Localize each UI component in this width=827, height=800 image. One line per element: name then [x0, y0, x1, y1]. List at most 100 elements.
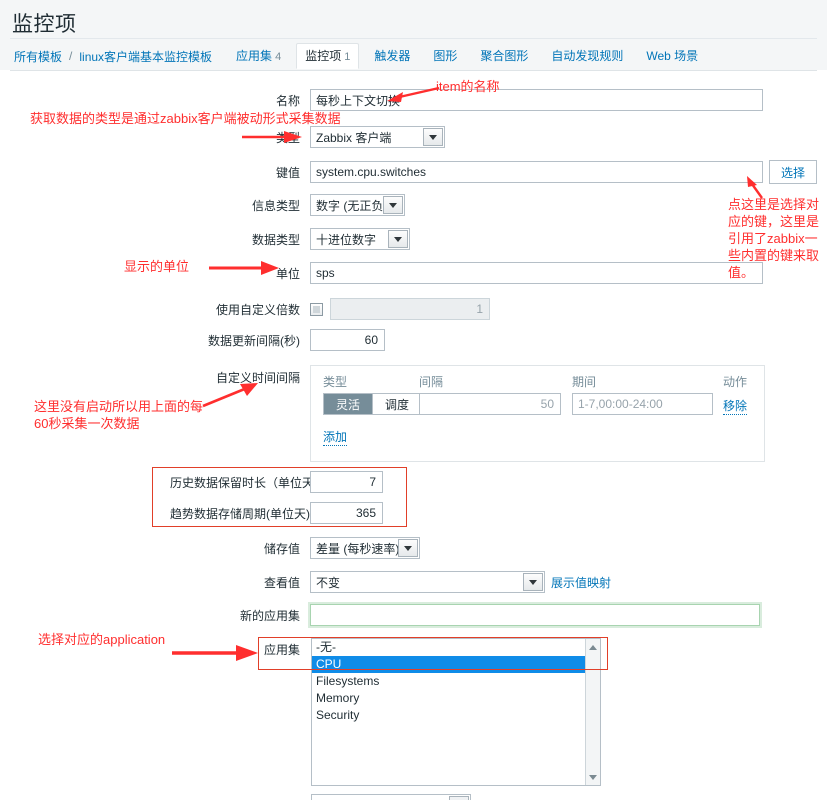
custom-intervals-remove-link[interactable]: 移除: [723, 397, 747, 415]
type-label: 类型: [170, 129, 310, 146]
info-type-label: 信息类型: [170, 197, 310, 214]
annotation-interval-note-line1: 这里没有启动所以用上面的每: [34, 398, 203, 415]
key-input[interactable]: [310, 161, 763, 183]
type-select[interactable]: Zabbix 客户端: [310, 126, 445, 148]
page-root: 监控项 所有模板 / linux客户端基本监控模板 应用集4 监控项1 触发器 …: [0, 0, 827, 800]
row-custom-intervals-label: 自定义时间间隔: [170, 369, 310, 386]
row-type: 类型 Zabbix 客户端: [170, 126, 445, 148]
row-new-application: 新的应用集: [170, 604, 760, 626]
custom-multiplier-label: 使用自定义倍数: [170, 301, 310, 318]
value-mapping-link[interactable]: 展示值映射: [551, 574, 611, 591]
tab-discovery-rules-label: 自动发现规则: [551, 49, 623, 63]
annotation-data-type-note: 获取数据的类型是通过zabbix客户端被动形式采集数据: [30, 110, 341, 127]
tab-web-scenarios-label: Web 场景: [646, 49, 698, 63]
breadcrumb-tabbar: 所有模板 / linux客户端基本监控模板 应用集4 监控项1 触发器 图形 聚…: [14, 44, 713, 68]
row-trends: 趋势数据存储周期(单位天): [170, 502, 383, 524]
chevron-down-icon[interactable]: [383, 196, 403, 214]
custom-intervals-interval-header: 间隔: [419, 373, 443, 390]
applications-highlight-outline: [258, 637, 608, 670]
toggle-flexible[interactable]: 灵活: [324, 394, 372, 414]
tab-graphs-label: 图形: [433, 49, 457, 63]
breadcrumb-separator: /: [69, 49, 72, 63]
custom-intervals-label: 自定义时间间隔: [170, 369, 310, 386]
content-divider: [10, 70, 817, 71]
row-key: 键值 选择: [170, 160, 817, 184]
select-key-button[interactable]: 选择: [769, 160, 817, 184]
history-label: 历史数据保留时长（单位天): [170, 474, 310, 491]
chevron-down-icon[interactable]: [523, 573, 543, 591]
tab-items[interactable]: 监控项1: [296, 43, 359, 69]
chevron-down-icon[interactable]: [449, 796, 469, 800]
tab-graphs[interactable]: 图形: [425, 44, 465, 68]
history-input[interactable]: [310, 471, 383, 493]
store-value-select[interactable]: 差量 (每秒速率): [310, 537, 420, 559]
header-background: [0, 0, 827, 38]
data-type-select[interactable]: 十进位数字: [310, 228, 410, 250]
tab-screens[interactable]: 聚合图形: [472, 44, 536, 68]
scroll-down-icon[interactable]: [586, 770, 600, 784]
list-item[interactable]: Memory: [312, 690, 600, 707]
custom-intervals-add-link[interactable]: 添加: [323, 428, 347, 446]
list-item[interactable]: Filesystems: [312, 673, 600, 690]
tab-screens-label: 聚合图形: [480, 49, 528, 63]
custom-multiplier-checkbox[interactable]: [310, 303, 323, 316]
tab-applications-count: 4: [275, 51, 281, 63]
custom-intervals-action-header: 动作: [723, 373, 747, 390]
row-update-interval: 数据更新间隔(秒): [170, 329, 385, 351]
update-interval-input[interactable]: [310, 329, 385, 351]
chevron-down-icon[interactable]: [423, 128, 443, 146]
trends-input[interactable]: [310, 502, 383, 524]
row-data-type: 数据类型 十进位数字: [170, 228, 410, 250]
units-label: 单位: [170, 265, 310, 282]
page-title: 监控项: [12, 8, 77, 38]
tab-items-label: 监控项: [305, 49, 341, 63]
row-show-value: 查看值 不变 展示值映射: [170, 571, 611, 593]
annotation-application-note: 选择对应的application: [38, 631, 165, 648]
name-input[interactable]: [310, 89, 763, 111]
data-type-label: 数据类型: [170, 231, 310, 248]
info-type-select-value: 数字 (无正负): [316, 197, 387, 214]
show-value-label: 查看值: [170, 574, 310, 591]
row-info-type: 信息类型 数字 (无正负): [170, 194, 405, 216]
bottom-partial-select[interactable]: [311, 794, 471, 800]
trends-label: 趋势数据存储周期(单位天): [170, 505, 310, 522]
custom-intervals-type-header: 类型: [323, 373, 347, 390]
custom-intervals-box: 类型 间隔 期间 动作 灵活 调度 移除 添加: [310, 365, 765, 462]
custom-intervals-period-header: 期间: [572, 373, 596, 390]
tab-applications[interactable]: 应用集4: [228, 44, 289, 68]
row-units: 单位: [170, 262, 763, 284]
row-history: 历史数据保留时长（单位天): [170, 471, 383, 493]
custom-intervals-period-input[interactable]: [572, 393, 713, 415]
custom-multiplier-input[interactable]: [330, 298, 490, 320]
chevron-down-icon[interactable]: [388, 230, 408, 248]
data-type-select-value: 十进位数字: [316, 231, 376, 248]
row-name: 名称: [170, 89, 763, 111]
tab-web-scenarios[interactable]: Web 场景: [638, 44, 706, 68]
custom-intervals-type-toggle[interactable]: 灵活 调度: [323, 393, 422, 415]
show-value-select[interactable]: 不变: [310, 571, 545, 593]
store-value-select-value: 差量 (每秒速率): [316, 540, 399, 557]
row-custom-multiplier: 使用自定义倍数: [170, 298, 490, 320]
tab-discovery-rules[interactable]: 自动发现规则: [543, 44, 631, 68]
store-value-label: 储存值: [170, 540, 310, 557]
tab-items-count: 1: [344, 51, 350, 63]
show-value-select-value: 不变: [316, 574, 340, 591]
new-application-label: 新的应用集: [170, 607, 310, 624]
custom-intervals-interval-input[interactable]: [419, 393, 561, 415]
tab-triggers[interactable]: 触发器: [366, 44, 418, 68]
update-interval-label: 数据更新间隔(秒): [170, 332, 310, 349]
chevron-down-icon[interactable]: [398, 539, 418, 557]
name-label: 名称: [170, 92, 310, 109]
breadcrumb-all-templates[interactable]: 所有模板: [14, 48, 62, 65]
units-input[interactable]: [310, 262, 763, 284]
tab-triggers-label: 触发器: [374, 49, 410, 63]
annotation-interval-note-line2: 60秒采集一次数据: [34, 415, 139, 432]
toggle-scheduling[interactable]: 调度: [372, 394, 421, 414]
new-application-input[interactable]: [310, 604, 760, 626]
tab-applications-label: 应用集: [236, 49, 272, 63]
info-type-select[interactable]: 数字 (无正负): [310, 194, 405, 216]
row-store-value: 储存值 差量 (每秒速率): [170, 537, 420, 559]
type-select-value: Zabbix 客户端: [316, 129, 391, 146]
breadcrumb-template-name[interactable]: linux客户端基本监控模板: [79, 48, 212, 65]
list-item[interactable]: Security: [312, 707, 600, 724]
